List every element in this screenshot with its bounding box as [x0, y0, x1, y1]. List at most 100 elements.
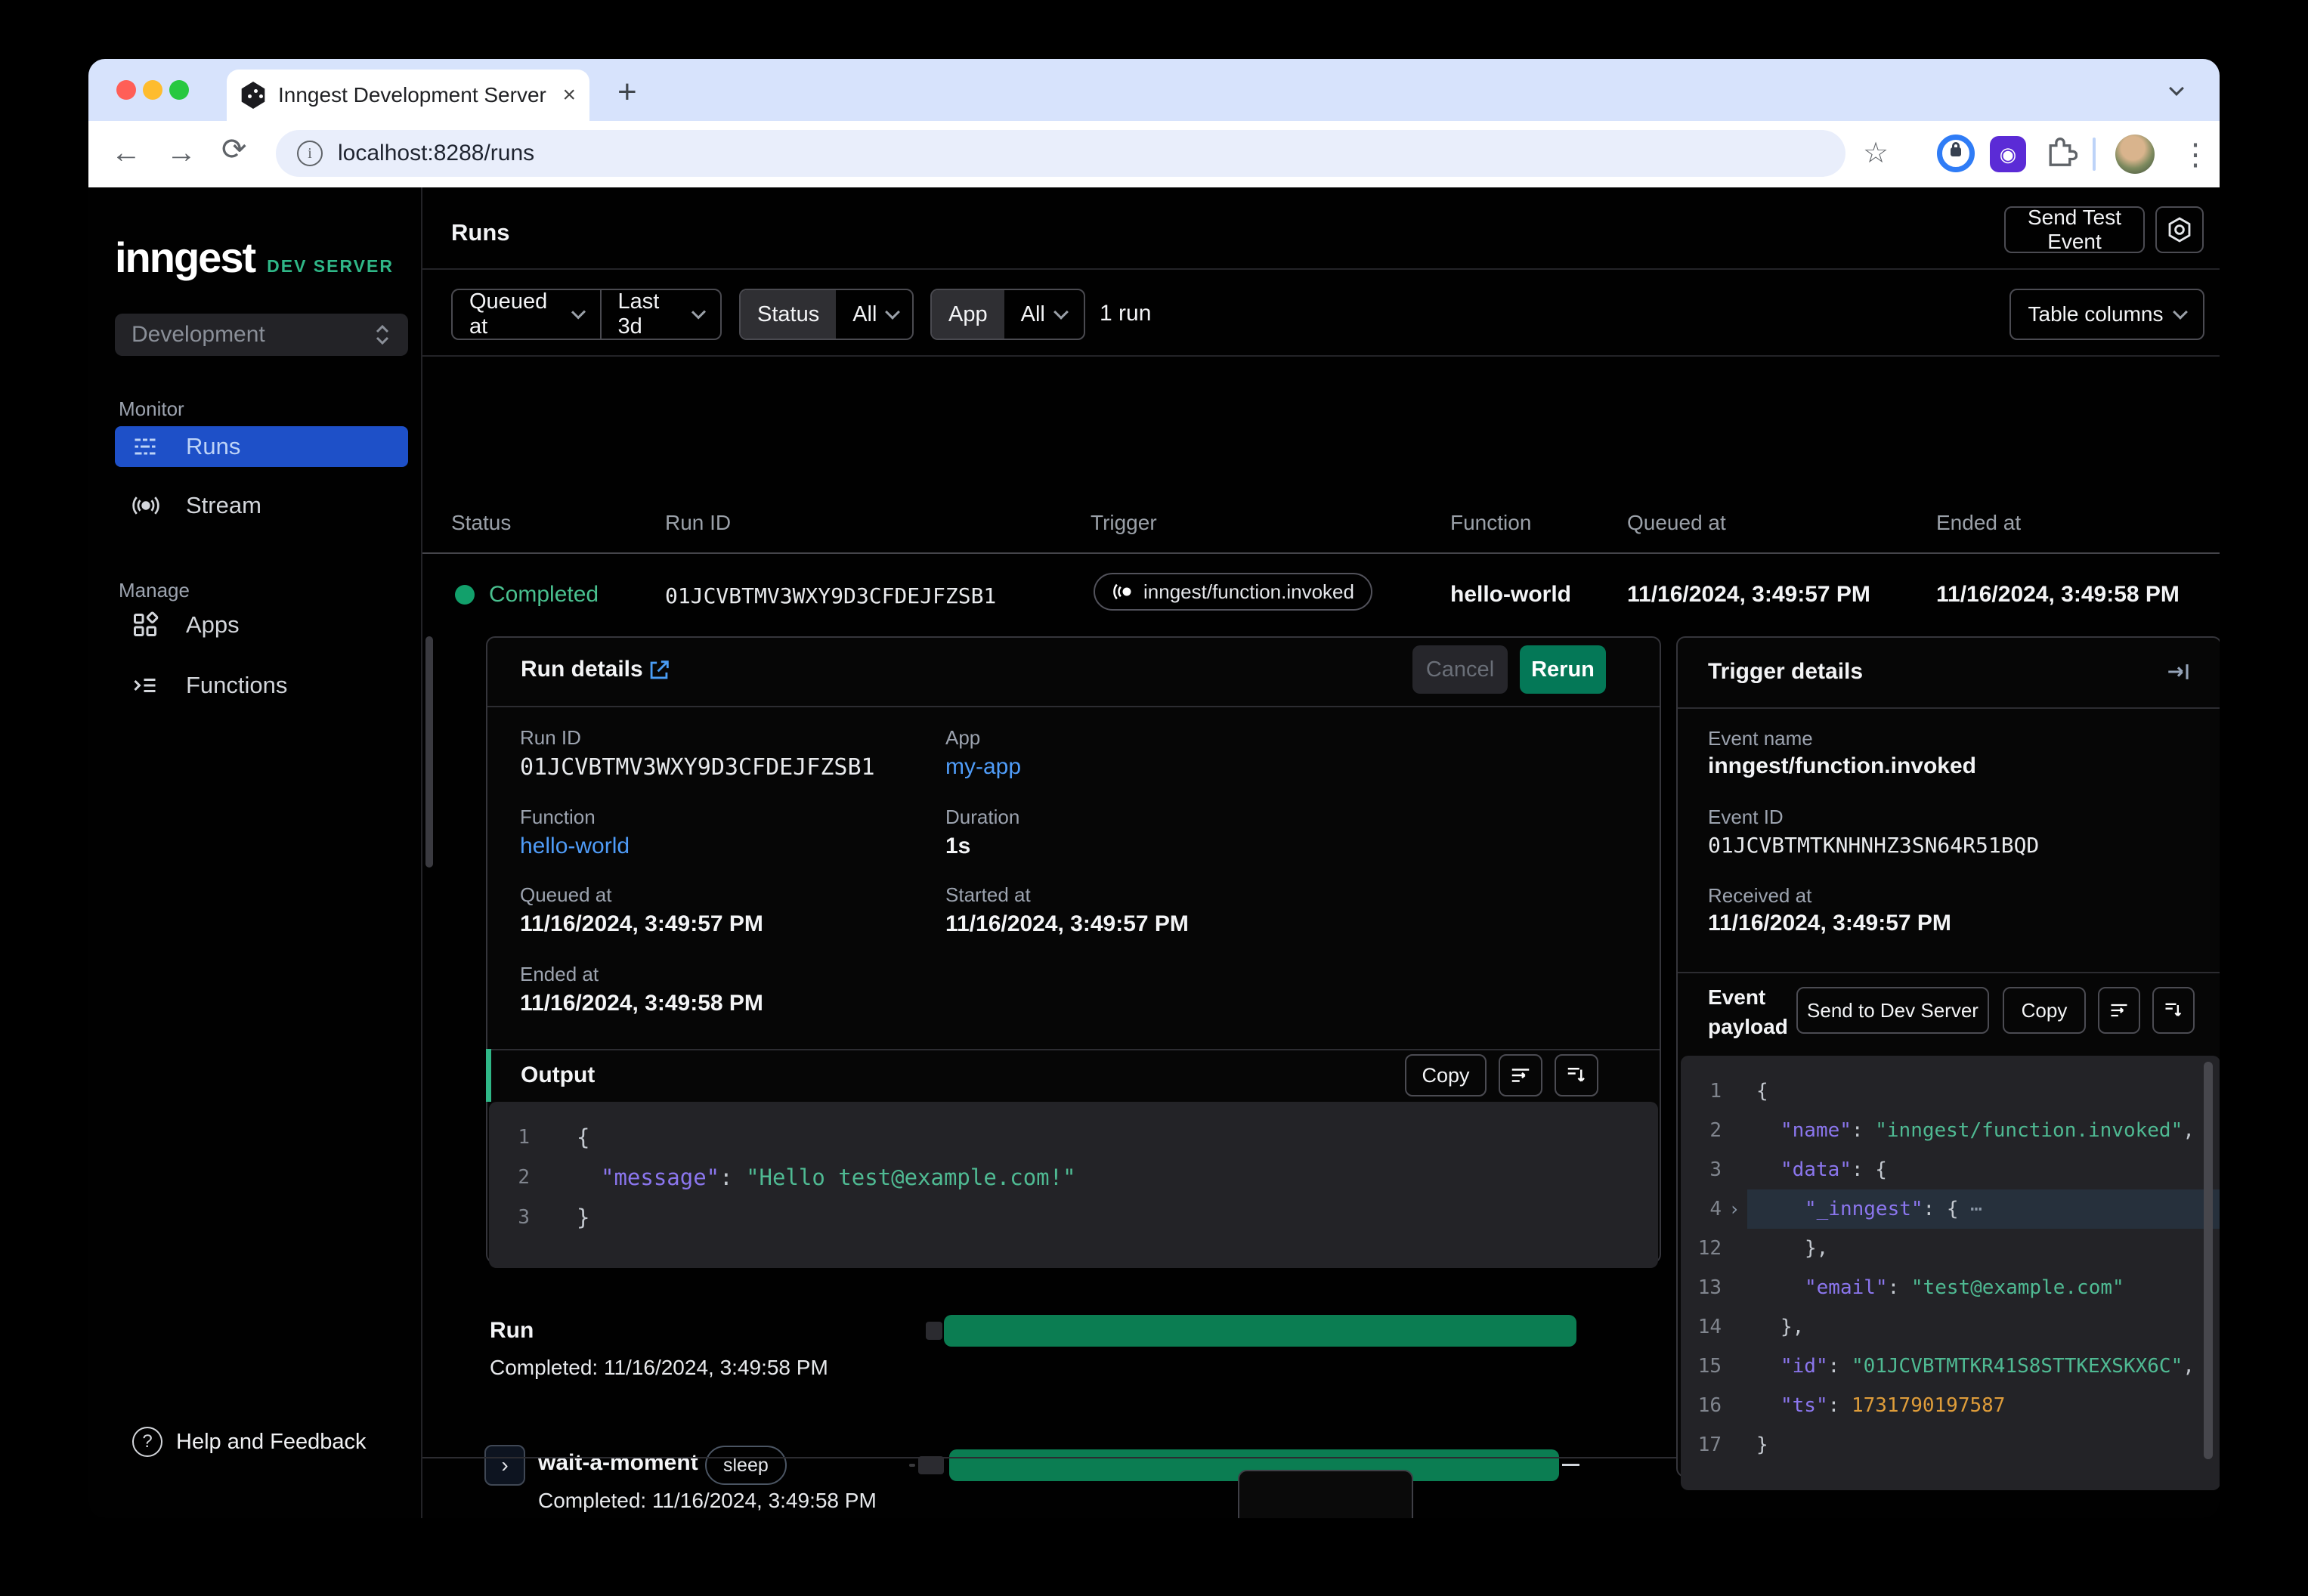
- token-punc: {: [1756, 1080, 1768, 1103]
- column-header-ended-at[interactable]: Ended at: [1936, 511, 2021, 535]
- window-minimize-button[interactable]: [143, 80, 162, 100]
- field-value-app-link[interactable]: my-app: [945, 754, 1021, 780]
- site-info-icon[interactable]: i: [297, 141, 323, 166]
- token-punc: :: [1852, 1119, 1875, 1142]
- column-header-run-id[interactable]: Run ID: [665, 511, 731, 535]
- drawer-scrollbar[interactable]: [425, 636, 433, 868]
- tab-search-chevron-icon[interactable]: [2171, 83, 2182, 97]
- token-str: "01JCVBTMTKR41S8STTKEXSKX6C": [1852, 1355, 2183, 1378]
- time-field-dropdown[interactable]: Queued at: [453, 290, 600, 339]
- run-details-title: Run details: [521, 657, 643, 682]
- table-columns-button[interactable]: Table columns: [2009, 289, 2204, 340]
- url-bar[interactable]: i localhost:8288/runs: [276, 130, 1845, 177]
- cancel-button[interactable]: Cancel: [1412, 645, 1508, 694]
- field-value-function-link[interactable]: hello-world: [520, 834, 630, 859]
- align-bottom-icon: [1565, 1064, 1588, 1087]
- code-content: "data": {: [1747, 1158, 2220, 1181]
- browser-menu-icon[interactable]: ⋮: [2180, 138, 2211, 172]
- collapse-chevron-icon[interactable]: ›: [1722, 1199, 1747, 1220]
- run-queue-segment: [926, 1322, 942, 1340]
- payload-scroll-bottom-button[interactable]: [2152, 987, 2195, 1034]
- settings-gear-button[interactable]: [2155, 206, 2204, 253]
- external-link-icon[interactable]: [646, 657, 672, 683]
- reload-icon[interactable]: ⟳: [221, 135, 247, 165]
- code-content: }: [555, 1205, 1658, 1230]
- output-scroll-bottom-button[interactable]: [1555, 1054, 1598, 1096]
- run-details-card: Run details Cancel Rerun Run ID 01JCVBTM…: [486, 636, 1661, 1264]
- table-header-divider: [422, 552, 2220, 554]
- sidebar-item-apps[interactable]: Apps: [115, 605, 408, 645]
- field-value-started-at: 11/16/2024, 3:49:57 PM: [945, 911, 1189, 937]
- environment-selector[interactable]: Development: [115, 314, 408, 356]
- column-header-trigger[interactable]: Trigger: [1091, 511, 1157, 535]
- column-header-queued-at[interactable]: Queued at: [1627, 511, 1726, 535]
- chevron-down-icon: [691, 305, 706, 319]
- sidebar-item-runs[interactable]: Runs: [115, 426, 408, 467]
- code-content: "ts": 1731790197587: [1747, 1394, 2220, 1417]
- output-wrap-text-button[interactable]: [1499, 1054, 1542, 1096]
- field-value-event-id: 01JCVBTMTKNHNHZ3SN64R51BQD: [1708, 833, 2039, 858]
- help-and-feedback[interactable]: ? Help and Feedback: [119, 1427, 367, 1457]
- field-label-received-at: Received at: [1708, 884, 1811, 908]
- token-punc: {: [577, 1124, 589, 1150]
- purple-extension-icon[interactable]: ◉: [1990, 136, 2026, 172]
- collapse-panel-icon[interactable]: [2164, 659, 2192, 685]
- sidebar-item-stream[interactable]: Stream: [115, 485, 408, 526]
- token-key: "name": [1781, 1119, 1852, 1142]
- back-icon[interactable]: ←: [111, 138, 141, 168]
- send-to-dev-server-button[interactable]: Send to Dev Server: [1796, 987, 1989, 1034]
- status-filter-dropdown[interactable]: All: [836, 290, 914, 339]
- window-zoom-button[interactable]: [169, 80, 189, 100]
- column-header-status[interactable]: Status: [451, 511, 511, 535]
- trigger-details-title: Trigger details: [1708, 659, 1863, 685]
- new-tab-button[interactable]: +: [617, 76, 637, 109]
- step-expand-button[interactable]: ›: [484, 1445, 525, 1486]
- token-punc: :: [1888, 1276, 1911, 1299]
- app-filter-dropdown[interactable]: All: [1004, 290, 1083, 339]
- wrap-text-icon: [2108, 1000, 2130, 1021]
- code-line[interactable]: 4›"_inngest": { ⋯: [1681, 1189, 2220, 1229]
- tab-close-icon[interactable]: ×: [562, 84, 576, 107]
- window-close-button[interactable]: [116, 80, 136, 100]
- dev-server-badge: DEV SERVER: [267, 256, 394, 277]
- step-completed: Completed: 11/16/2024, 3:49:58 PM: [538, 1489, 877, 1513]
- line-number: 2: [1681, 1119, 1722, 1142]
- timeline-run-label: Run: [490, 1318, 534, 1344]
- trigger-pill: inngest/function.invoked: [1094, 573, 1372, 611]
- extensions-puzzle-icon[interactable]: [2043, 133, 2078, 168]
- trigger-pill-label: inngest/function.invoked: [1143, 580, 1354, 604]
- payload-scrollbar[interactable]: [2204, 1062, 2213, 1459]
- row-run-id[interactable]: 01JCVBTMV3WXY9D3CFDEJFZSB1: [665, 583, 996, 608]
- password-manager-extension-icon[interactable]: [1937, 135, 1975, 172]
- sidebar-item-label: Runs: [186, 433, 240, 460]
- output-divider: [487, 1049, 1660, 1050]
- event-pulse-icon: [1112, 580, 1134, 603]
- payload-wrap-text-button[interactable]: [2098, 987, 2140, 1034]
- code-line: 14},: [1681, 1307, 2220, 1347]
- browser-tab[interactable]: Inngest Development Server ×: [227, 70, 589, 121]
- send-test-event-button[interactable]: Send Test Event: [2004, 206, 2145, 253]
- bookmark-star-icon[interactable]: ☆: [1863, 139, 1889, 168]
- forward-icon[interactable]: →: [166, 138, 196, 168]
- column-header-function[interactable]: Function: [1450, 511, 1531, 535]
- run-timeline-bar[interactable]: [944, 1315, 1576, 1347]
- payload-copy-button[interactable]: Copy: [2003, 987, 2086, 1034]
- runs-icon: [131, 433, 162, 460]
- output-copy-button[interactable]: Copy: [1405, 1054, 1487, 1096]
- rerun-button[interactable]: Rerun: [1520, 645, 1606, 694]
- help-label: Help and Feedback: [176, 1430, 367, 1455]
- field-label-app: App: [945, 726, 980, 750]
- time-filter-group: Queued at Last 3d: [451, 289, 722, 340]
- code-content: },: [1747, 1316, 2220, 1338]
- apps-icon: [131, 611, 162, 639]
- sidebar-item-functions[interactable]: Functions: [115, 665, 408, 706]
- line-number: 3: [1681, 1158, 1722, 1181]
- time-range-dropdown[interactable]: Last 3d: [602, 290, 721, 339]
- profile-avatar[interactable]: [2115, 135, 2155, 174]
- token-num: 1731790197587: [1852, 1394, 2006, 1417]
- sidebar-item-label: Apps: [186, 611, 240, 639]
- sidebar-section-manage: Manage: [119, 579, 190, 602]
- output-title: Output: [521, 1062, 595, 1088]
- timeline-run-completed: Completed: 11/16/2024, 3:49:58 PM: [490, 1356, 828, 1380]
- load-more-button-partial[interactable]: [1238, 1470, 1413, 1518]
